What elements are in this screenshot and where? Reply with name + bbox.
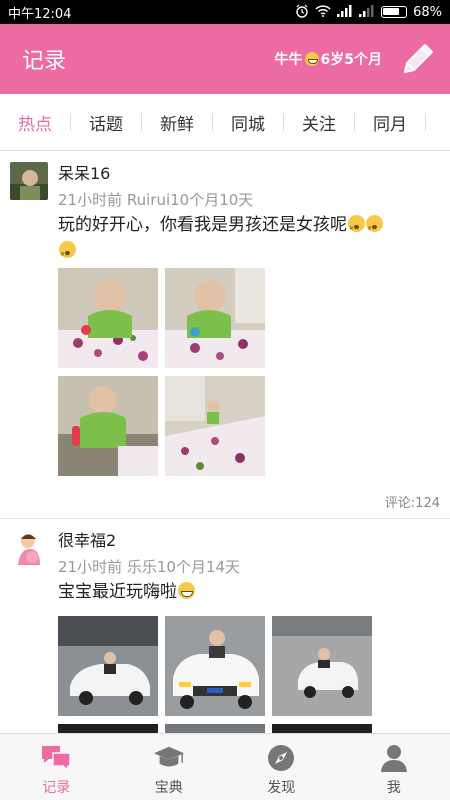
post-meta: 21小时前 Ruirui10个月10天 xyxy=(58,191,254,209)
tab-same-month[interactable]: 同月 xyxy=(355,94,425,150)
wifi-icon xyxy=(315,4,331,20)
battery-percent: 68% xyxy=(413,4,442,20)
avatar[interactable] xyxy=(10,162,48,200)
category-tabs: 热点 话题 新鲜 同城 关注 同月 xyxy=(0,94,450,151)
post-text-body: 宝宝最近玩嗨啦 xyxy=(58,582,177,602)
grin-emoji-icon xyxy=(304,52,319,66)
post-photo[interactable] xyxy=(58,376,158,476)
tab-fresh[interactable]: 新鲜 xyxy=(142,94,212,150)
nav-label: 发现 xyxy=(267,780,296,796)
feed-post[interactable]: 很幸福2 21小时前 乐乐10个月14天 宝宝最近玩嗨啦 xyxy=(0,519,450,733)
avatar[interactable] xyxy=(10,529,48,567)
dizzy-face-icon xyxy=(366,215,383,242)
post-photo[interactable] xyxy=(272,616,372,716)
post-photo[interactable] xyxy=(58,616,158,716)
pencil-icon[interactable] xyxy=(400,41,436,77)
post-photo[interactable] xyxy=(165,616,265,716)
page-title: 记录 xyxy=(22,49,67,74)
baby-age: 6岁5个月 xyxy=(320,52,382,68)
nav-label: 我 xyxy=(386,780,401,796)
alarm-icon xyxy=(295,4,309,21)
signal-icon xyxy=(337,4,353,20)
header-actions: 牛牛 6岁5个月 xyxy=(275,41,436,77)
post-text-body: 玩的好开心，你看我是男孩还是女孩呢 xyxy=(58,215,347,235)
post-photo[interactable] xyxy=(165,724,265,733)
post-photo[interactable] xyxy=(165,376,265,476)
baby-name: 牛牛 xyxy=(274,52,303,68)
nav-label: 记录 xyxy=(42,780,71,796)
app-header: 记录 牛牛 6岁5个月 xyxy=(0,24,450,94)
dizzy-face-icon xyxy=(59,241,76,268)
tab-topics[interactable]: 话题 xyxy=(71,94,141,150)
battery-icon xyxy=(381,6,408,18)
post-photo[interactable] xyxy=(58,724,158,733)
tab-divider xyxy=(425,113,426,131)
post-text: 玩的好开心，你看我是男孩还是女孩呢 xyxy=(58,212,443,268)
post-photo[interactable] xyxy=(272,724,372,733)
post-meta: 21小时前 乐乐10个月14天 xyxy=(58,558,241,576)
tab-local[interactable]: 同城 xyxy=(213,94,283,150)
nav-record[interactable]: 记录 xyxy=(0,734,113,800)
status-bar: 中午12:04 68% xyxy=(0,0,450,24)
status-icons: 68% xyxy=(295,4,442,21)
tab-following[interactable]: 关注 xyxy=(284,94,354,150)
post-username[interactable]: 呆呆16 xyxy=(58,160,110,184)
chat-bubbles-icon xyxy=(40,742,72,774)
nav-guide[interactable]: 宝典 xyxy=(113,734,226,800)
feed-post[interactable]: 呆呆16 21小时前 Ruirui10个月10天 玩的好开心，你看我是男孩还是女… xyxy=(0,152,450,519)
nav-me[interactable]: 我 xyxy=(338,734,450,800)
post-username[interactable]: 很幸福2 xyxy=(58,527,116,551)
feed-list[interactable]: 呆呆16 21小时前 Ruirui10个月10天 玩的好开心，你看我是男孩还是女… xyxy=(0,152,450,733)
signal-icon-2 xyxy=(359,4,375,20)
post-photo[interactable] xyxy=(165,268,265,368)
bottom-navigation: 记录 宝典 发现 我 xyxy=(0,733,450,800)
person-icon xyxy=(378,742,410,774)
compass-icon xyxy=(265,742,297,774)
post-text: 宝宝最近玩嗨啦 xyxy=(58,579,443,605)
nav-label: 宝典 xyxy=(154,780,183,796)
comment-count[interactable]: 评论:124 xyxy=(385,492,440,511)
baby-selector[interactable]: 牛牛 6岁5个月 xyxy=(275,49,382,69)
tab-hot[interactable]: 热点 xyxy=(0,94,70,150)
graduation-cap-icon xyxy=(153,742,185,774)
dizzy-face-icon xyxy=(348,215,365,242)
status-time: 中午12:04 xyxy=(8,6,72,22)
post-photo[interactable] xyxy=(58,268,158,368)
grinning-face-icon xyxy=(178,582,195,599)
nav-discover[interactable]: 发现 xyxy=(225,734,338,800)
